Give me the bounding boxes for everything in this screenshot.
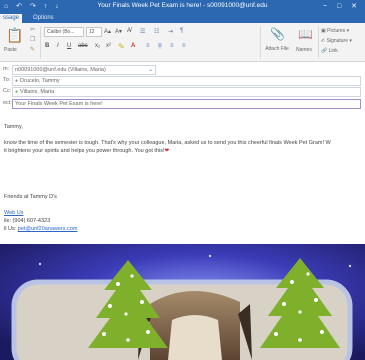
paragraph-icon[interactable]: ¶ <box>180 28 183 34</box>
ribbon-separator <box>318 26 319 58</box>
signoff-text: Friends at Tammy D's <box>4 194 57 200</box>
signature-phone: ile: (904) 607-4323 <box>4 218 51 224</box>
paste-button[interactable]: Paste <box>4 47 17 53</box>
grow-font-icon[interactable]: A▴ <box>104 28 111 35</box>
bold-icon[interactable]: B <box>45 43 49 49</box>
cut-icon[interactable]: ✂ <box>30 26 35 33</box>
from-select[interactable]: n00091000@unf.edu (Villains, Maria) ⌄ <box>12 65 156 75</box>
to-label: To: <box>3 77 11 83</box>
signature-email-row: il Us: pet@unf20anawers.com <box>4 226 77 232</box>
heart-icon: ❤ <box>164 148 170 154</box>
ribbon-tabs: ssage Options <box>0 13 365 23</box>
cc-label: Cc: <box>3 88 12 94</box>
highlight-icon[interactable]: ✎ <box>118 42 125 51</box>
bullets-icon[interactable]: ☰ <box>140 28 145 35</box>
subject-row: ect: Your Finals Week Pet Exam is here! <box>0 99 365 109</box>
from-label: m: <box>3 66 10 72</box>
italic-icon[interactable]: I <box>57 43 59 49</box>
copy-icon[interactable]: ❐ <box>30 36 35 43</box>
format-painter-icon[interactable]: ✎ <box>30 46 35 53</box>
ribbon: 📋 Paste ✂ ❐ ✎ Calibri (Bo... 12 A▴ A▾ A̸… <box>0 23 365 62</box>
tab-message[interactable]: ssage <box>0 14 23 23</box>
cc-field[interactable]: ● Villains, Maria <box>12 87 361 97</box>
contact-status-icon: ● <box>15 89 19 95</box>
to-field[interactable]: ● Drucelo, Tammy <box>12 76 361 86</box>
subject-field[interactable]: Your Finals Week Pet Exam is here! <box>12 99 361 109</box>
align-right-icon[interactable]: ≡ <box>170 43 174 49</box>
font-color-icon[interactable]: A <box>131 43 135 49</box>
chevron-down-icon: ⌄ <box>148 67 153 73</box>
body-line-1: know the time of the semester is tough. … <box>4 140 331 146</box>
ribbon-separator <box>40 26 41 58</box>
ribbon-separator <box>260 26 261 58</box>
cc-row: Cc: ● Villains, Maria <box>0 87 365 97</box>
pictures-button[interactable]: ▣ Pictures ▾ <box>321 28 349 34</box>
superscript-icon[interactable]: x² <box>106 43 111 49</box>
from-value: n00091000@unf.edu (Villains, Maria) <box>15 67 106 73</box>
attach-file-button[interactable]: Attach File <box>264 47 290 52</box>
underline-icon[interactable]: U <box>67 43 71 49</box>
signature-web-link[interactable]: Web Us <box>4 210 23 216</box>
signature-button[interactable]: ✍ Signature ▾ <box>321 38 352 44</box>
shrink-font-icon[interactable]: A▾ <box>115 28 122 35</box>
numbering-icon[interactable]: ☷ <box>154 28 159 35</box>
contact-status-icon: ● <box>15 78 19 84</box>
align-center-icon[interactable]: ≡ <box>158 43 162 49</box>
link-button[interactable]: 🔗 Link <box>321 48 338 54</box>
paste-icon[interactable]: 📋 <box>6 27 23 44</box>
attach-file-icon[interactable]: 📎 <box>270 27 285 41</box>
signature-email-link[interactable]: pet@unf20anawers.com <box>18 226 78 232</box>
subject-label: ect: <box>3 100 12 106</box>
font-name-select[interactable]: Calibri (Bo... <box>44 27 84 37</box>
window-controls[interactable]: − □ ✕ <box>323 2 361 10</box>
pictures-label: Pictures <box>327 28 346 34</box>
link-label: Link <box>328 48 338 54</box>
tab-options[interactable]: Options <box>30 14 57 23</box>
pet-gram-image <box>0 244 365 360</box>
window-title: Your Finals Week Pet Exam is here! - s00… <box>97 2 268 9</box>
cc-value: Villains, Maria <box>20 89 55 95</box>
signature-email-label: il Us: <box>4 226 17 232</box>
font-size-select[interactable]: 12 <box>86 27 102 37</box>
subscript-icon[interactable]: x₂ <box>95 43 100 49</box>
from-row: m: n00091000@unf.edu (Villains, Maria) ⌄ <box>0 65 365 75</box>
address-book-icon[interactable]: 📖 <box>298 27 313 41</box>
body-line-2-text: it brightens your spirits and helps you … <box>4 148 165 154</box>
align-left-icon[interactable]: ≡ <box>146 43 150 49</box>
check-names-button[interactable]: Names <box>296 47 312 53</box>
to-row: To: ● Drucelo, Tammy <box>0 76 365 86</box>
strikethrough-icon[interactable]: abc <box>78 43 88 49</box>
signature-label: Signature <box>326 38 348 44</box>
body-line-2: it brightens your spirits and helps you … <box>4 148 169 154</box>
justify-icon[interactable]: ≡ <box>182 43 186 49</box>
greeting-text: Tammy, <box>4 124 23 130</box>
to-value: Drucelo, Tammy <box>20 78 60 84</box>
indent-icon[interactable]: ⇥ <box>168 28 173 35</box>
title-bar: ⌂ ↶ ↷ ↑ ↓ Your Finals Week Pet Exam is h… <box>0 0 365 13</box>
pet-photo-illustration <box>0 244 365 360</box>
clear-format-icon[interactable]: A̸ <box>127 28 131 34</box>
